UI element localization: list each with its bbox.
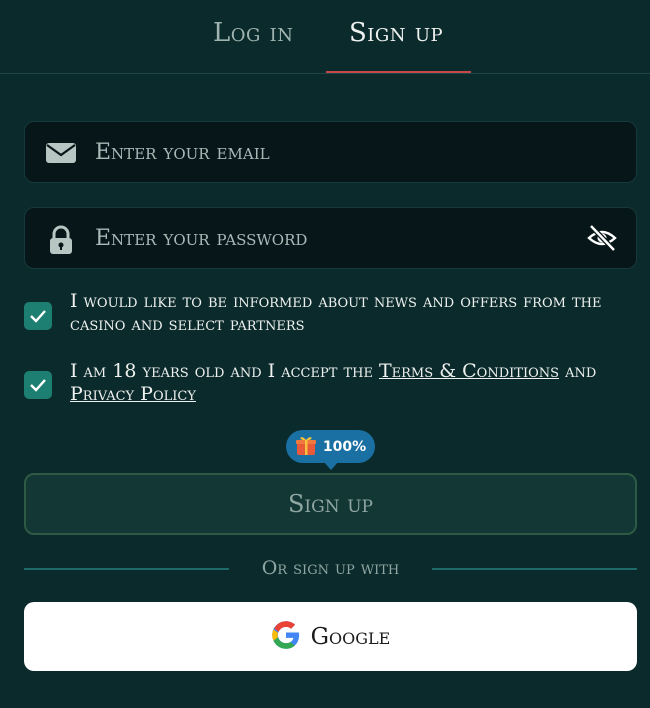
email-input[interactable] <box>95 122 595 182</box>
terms-consent-label: I am 18 years old and I accept the Terms… <box>70 360 640 406</box>
auth-tabs: Log in Sign up <box>0 0 650 74</box>
progress-badge: 100% <box>286 430 375 470</box>
progress-value: 100% <box>322 438 367 455</box>
tab-sign-up[interactable]: Sign up <box>349 16 443 56</box>
password-input[interactable] <box>95 208 595 268</box>
lock-icon <box>45 225 77 254</box>
terms-consent-checkbox[interactable] <box>24 371 52 399</box>
news-consent-checkbox[interactable] <box>24 302 52 330</box>
news-consent-label: I would like to be informed about news a… <box>70 290 602 335</box>
google-sign-up-button[interactable]: Google <box>24 602 637 671</box>
terms-consent-prefix: I am 18 years old and I accept the <box>70 360 379 382</box>
terms-consent-middle: and <box>559 360 597 382</box>
gift-icon <box>295 434 317 460</box>
tab-log-in[interactable]: Log in <box>213 16 294 56</box>
privacy-policy-link[interactable]: Privacy Policy <box>70 383 196 405</box>
divider-line-right <box>432 568 637 570</box>
active-tab-indicator <box>326 71 471 73</box>
google-button-label: Google <box>310 623 391 650</box>
email-field-container <box>24 121 637 183</box>
google-icon <box>271 620 301 654</box>
envelope-icon <box>45 139 77 167</box>
divider: Or sign up with <box>24 556 637 580</box>
password-field-container <box>24 207 637 269</box>
terms-conditions-link[interactable]: Terms & Conditions <box>379 360 559 382</box>
sign-up-button[interactable]: Sign up <box>24 473 637 535</box>
eye-slash-icon[interactable] <box>586 222 618 254</box>
